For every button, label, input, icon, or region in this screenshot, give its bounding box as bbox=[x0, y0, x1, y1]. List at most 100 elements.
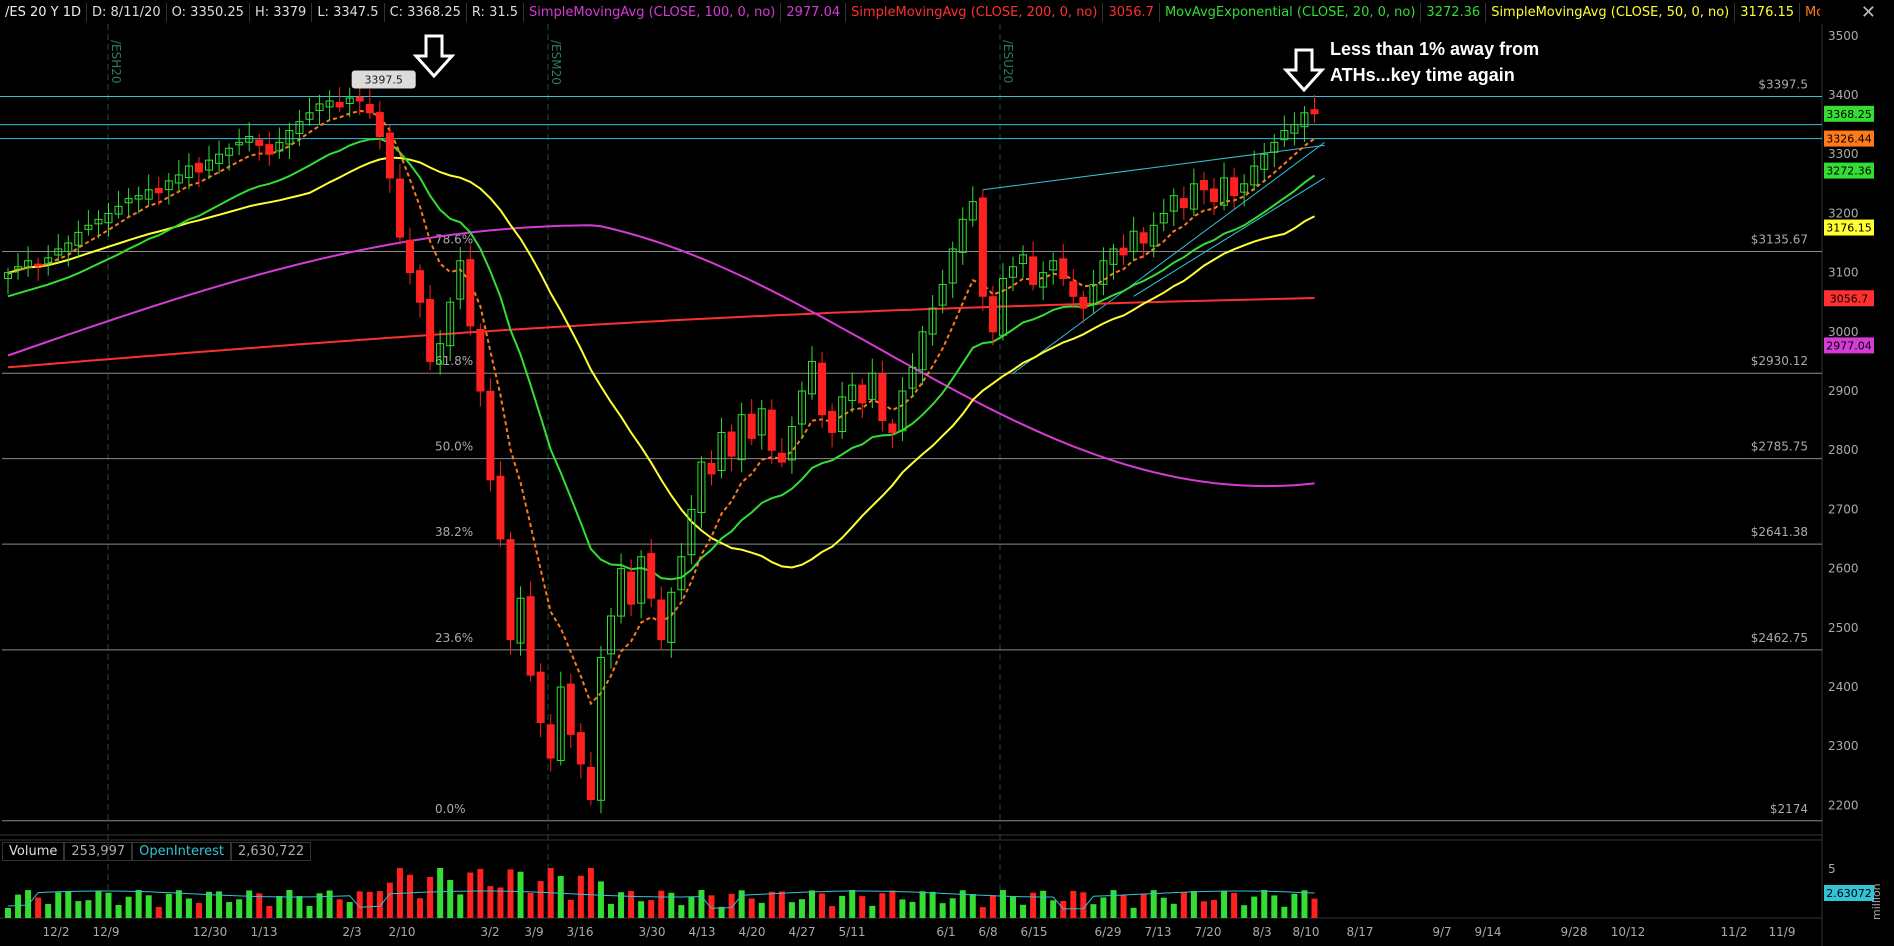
x-tick-label: 8/17 bbox=[1347, 925, 1374, 939]
oi-label[interactable]: OpenInterest bbox=[132, 842, 231, 861]
volume-bar bbox=[979, 907, 986, 918]
y-tick-label: 2600 bbox=[1828, 562, 1859, 576]
candle-body bbox=[255, 139, 264, 146]
x-tick-label: 8/3 bbox=[1252, 925, 1271, 939]
y-tick-label: 2900 bbox=[1828, 384, 1859, 398]
study-ema20[interactable]: MovAvgExponential (CLOSE, 20, 0, no) bbox=[1160, 2, 1422, 22]
candle-body bbox=[1079, 296, 1088, 309]
volume-bar bbox=[1160, 897, 1167, 918]
volume-bar bbox=[236, 899, 243, 918]
fib-pct-label: 23.6% bbox=[435, 631, 473, 645]
x-tick-label: 11/9 bbox=[1769, 925, 1796, 939]
x-tick-label: 6/15 bbox=[1021, 925, 1048, 939]
date-label: D: 8/11/20 bbox=[87, 2, 167, 22]
fib-pct-label: 0.0% bbox=[435, 802, 466, 816]
y-tick-label: 3400 bbox=[1828, 88, 1859, 102]
volume-bar bbox=[648, 900, 655, 918]
y-tick-label: 2500 bbox=[1828, 621, 1859, 635]
volume-bar bbox=[527, 892, 534, 918]
price-badge-label: 3176.15 bbox=[1826, 222, 1872, 235]
volume-bar bbox=[879, 893, 886, 918]
study-sma100[interactable]: SimpleMovingAvg (CLOSE, 100, 0, no) bbox=[524, 2, 782, 22]
horizontal-lines-layer bbox=[0, 96, 1822, 140]
fib-price-label: $2930.12 bbox=[1751, 354, 1808, 368]
volume-bar bbox=[748, 898, 755, 918]
volume-label[interactable]: Volume bbox=[2, 842, 65, 861]
study-header: /ES 20 Y 1D D: 8/11/20 O: 3350.25 H: 337… bbox=[0, 0, 1820, 24]
volume-bar bbox=[899, 899, 906, 918]
price-badge-label: 3368.25 bbox=[1826, 108, 1872, 121]
volume-bar bbox=[125, 896, 132, 918]
fib-pct-label: 50.0% bbox=[435, 440, 473, 454]
volume-bar bbox=[1130, 907, 1137, 918]
volume-bar bbox=[145, 895, 152, 918]
volume-bar bbox=[1140, 894, 1147, 918]
x-tick-label: 12/2 bbox=[43, 925, 70, 939]
volume-bar bbox=[346, 902, 353, 918]
candle-body bbox=[1029, 256, 1038, 285]
volume-bar bbox=[939, 903, 946, 918]
volume-bar bbox=[1090, 904, 1097, 918]
volume-bar bbox=[587, 868, 594, 918]
study-sma200[interactable]: SimpleMovingAvg (CLOSE, 200, 0, no) bbox=[846, 2, 1104, 22]
x-tick-label: 7/20 bbox=[1195, 925, 1222, 939]
volume-bar bbox=[557, 875, 564, 918]
y-tick-label: 3500 bbox=[1828, 29, 1859, 43]
volume-bar bbox=[969, 894, 976, 918]
fib-price-label: $2785.75 bbox=[1751, 440, 1808, 454]
candle-body bbox=[727, 431, 736, 457]
volume-bar bbox=[859, 896, 866, 918]
volume-bar bbox=[819, 893, 826, 918]
trendline bbox=[1012, 141, 1325, 374]
study-sma50[interactable]: SimpleMovingAvg (CLOSE, 50, 0, no) bbox=[1486, 2, 1736, 22]
x-tick-label: 4/13 bbox=[689, 925, 716, 939]
x-tick-label: 2/10 bbox=[389, 925, 416, 939]
volume-bar bbox=[1221, 890, 1228, 918]
x-tick-label: 9/7 bbox=[1432, 925, 1451, 939]
volume-bar bbox=[638, 901, 645, 918]
symbol-label[interactable]: /ES 20 Y 1D bbox=[0, 2, 88, 22]
candle-body bbox=[335, 101, 344, 108]
fib-price-label: $2641.38 bbox=[1751, 525, 1808, 539]
candle-body bbox=[988, 296, 997, 333]
oi-badge-label: 2.63072 bbox=[1826, 887, 1872, 900]
y-tick-label: 2300 bbox=[1828, 739, 1859, 753]
y-tick-label: 2800 bbox=[1828, 443, 1859, 457]
volume-bar bbox=[989, 895, 996, 918]
volume-bar bbox=[477, 868, 484, 918]
volume-bar bbox=[276, 895, 283, 918]
study-ema8[interactable]: MovAvgExponential (CLOSE, 8, 0, no) bbox=[1800, 3, 1820, 22]
volume-bar bbox=[1050, 900, 1057, 918]
volume-bar bbox=[427, 876, 434, 918]
volume-bar bbox=[95, 890, 102, 918]
candle-body bbox=[385, 132, 394, 179]
x-tick-label: 6/29 bbox=[1095, 925, 1122, 939]
x-tick-label: 4/20 bbox=[739, 925, 766, 939]
volume-bar bbox=[768, 891, 775, 918]
volume-bar bbox=[658, 890, 665, 918]
range-label: R: 31.5 bbox=[467, 2, 525, 22]
volume-bar bbox=[175, 890, 182, 918]
volume-bar bbox=[447, 879, 454, 918]
volume-bar bbox=[1070, 890, 1077, 918]
volume-header: Volume 253,997 OpenInterest 2,630,722 bbox=[2, 842, 312, 861]
volume-bar bbox=[809, 890, 815, 918]
candle-body bbox=[1139, 232, 1148, 244]
volume-bar bbox=[567, 899, 574, 918]
volume-bar bbox=[889, 890, 896, 918]
volume-bar bbox=[165, 893, 172, 918]
volume-bar bbox=[1170, 903, 1177, 918]
candle-body bbox=[1199, 179, 1208, 191]
volume-bar bbox=[798, 899, 805, 918]
price-chart[interactable]: /ESH20/ESM20/ESU20 78.6% $3135.6761.8% $29… bbox=[0, 0, 1894, 946]
volume-bar bbox=[1271, 895, 1278, 918]
close-icon[interactable]: ✕ bbox=[1861, 2, 1876, 23]
volume-bar bbox=[376, 891, 383, 918]
volume-bar bbox=[1120, 894, 1127, 918]
high-tag-label: 3397.5 bbox=[364, 74, 403, 87]
volume-axis-top: 5 bbox=[1828, 862, 1836, 876]
price-badge-label: 3326.44 bbox=[1826, 133, 1872, 146]
volume-bar bbox=[728, 893, 735, 918]
volume-bar bbox=[929, 891, 936, 918]
contract-roll-label: /ESM20 bbox=[549, 40, 563, 85]
